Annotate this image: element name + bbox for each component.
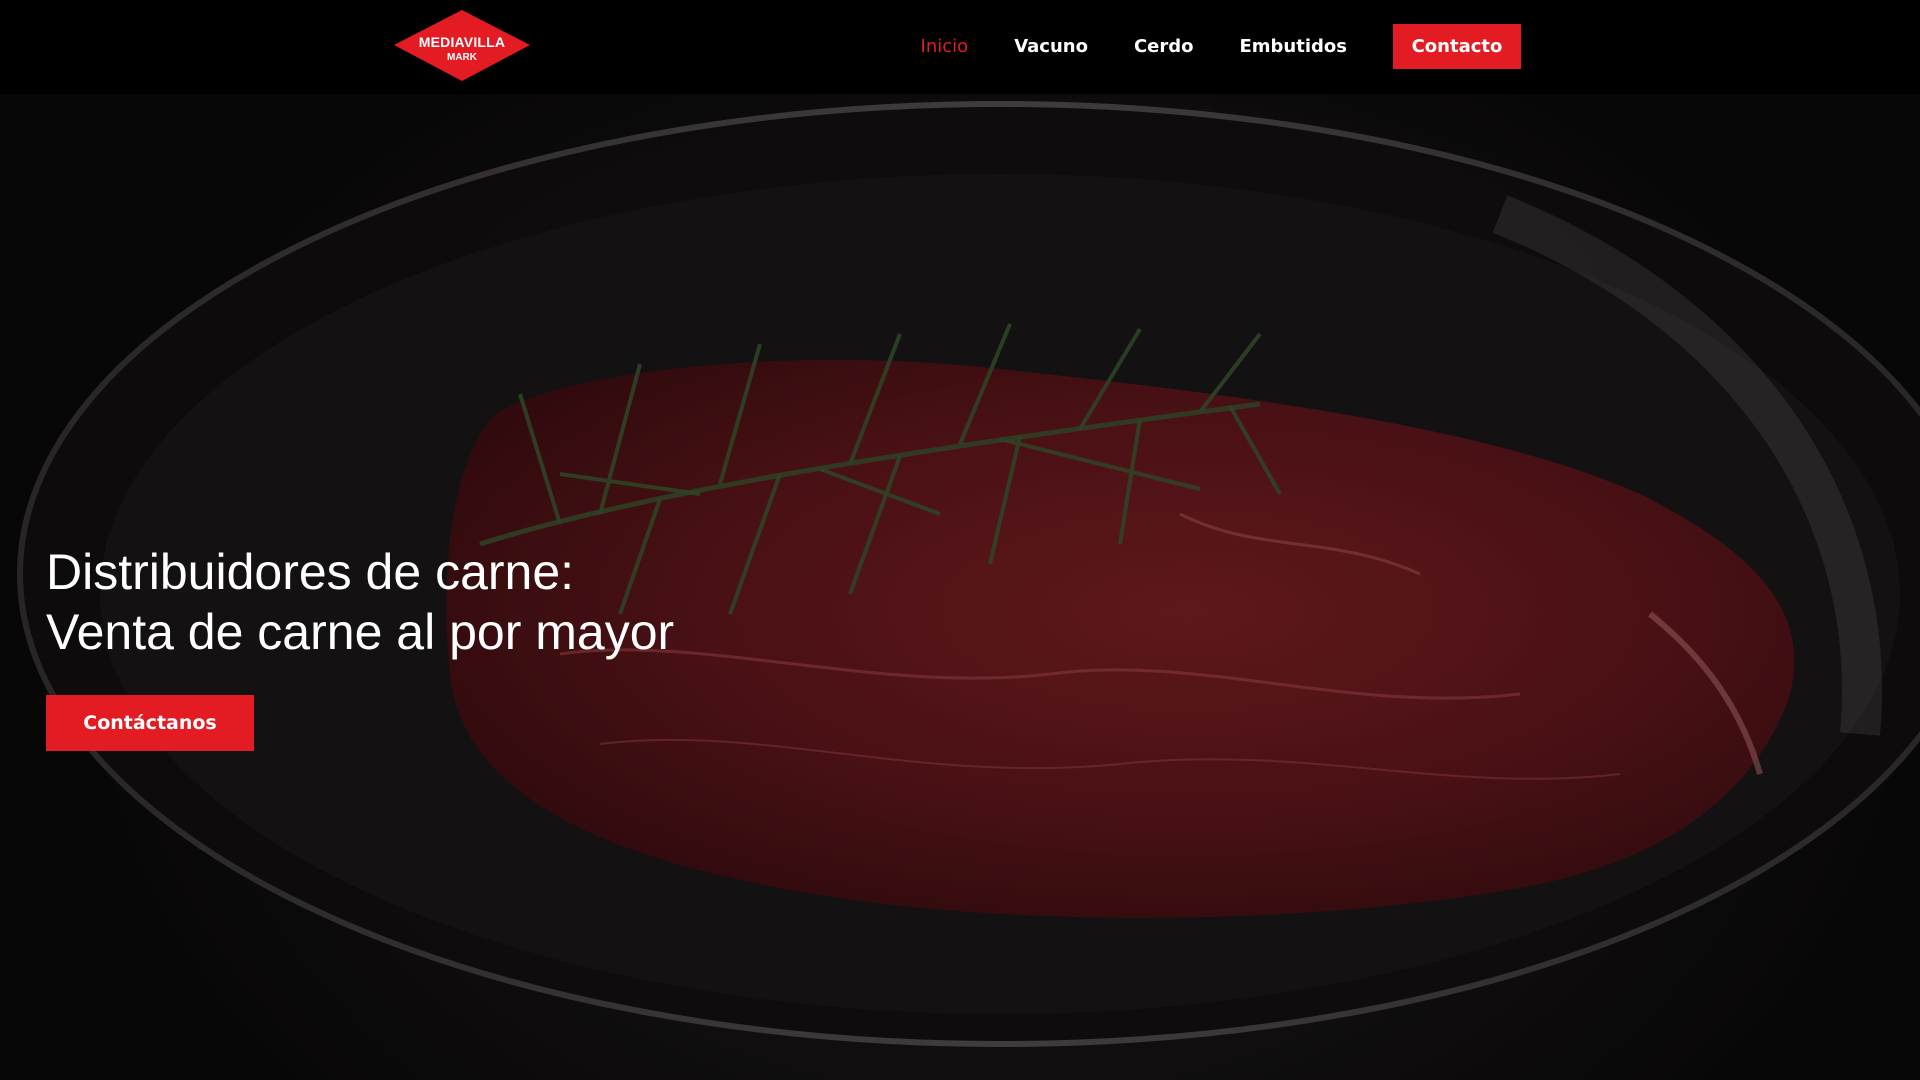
contactanos-button[interactable]: Contáctanos: [46, 695, 254, 751]
main-navigation: Inicio Vacuno Cerdo Embutidos Contacto: [921, 24, 1521, 69]
nav-item-inicio[interactable]: Inicio: [921, 36, 969, 57]
hero-title-line-2: Venta de carne al por mayor: [46, 604, 675, 660]
hero-section: Distribuidores de carne: Venta de carne …: [0, 94, 1920, 1080]
logo-name: MEDIAVILLA: [418, 34, 506, 50]
nav-item-cerdo[interactable]: Cerdo: [1134, 36, 1194, 57]
contact-button[interactable]: Contacto: [1393, 24, 1521, 69]
navbar: MEDIAVILLA MARK Inicio Vacuno Cerdo Embu…: [0, 0, 1920, 94]
brand-logo[interactable]: MEDIAVILLA MARK: [392, 8, 532, 83]
hero-title: Distribuidores de carne: Venta de carne …: [46, 542, 674, 662]
nav-item-vacuno[interactable]: Vacuno: [1014, 36, 1088, 57]
page: MEDIAVILLA MARK Inicio Vacuno Cerdo Embu…: [0, 0, 1920, 1080]
logo-subtitle: MARK: [447, 52, 477, 63]
hero-title-line-1: Distribuidores de carne:: [46, 544, 575, 600]
nav-item-embutidos[interactable]: Embutidos: [1240, 36, 1348, 57]
